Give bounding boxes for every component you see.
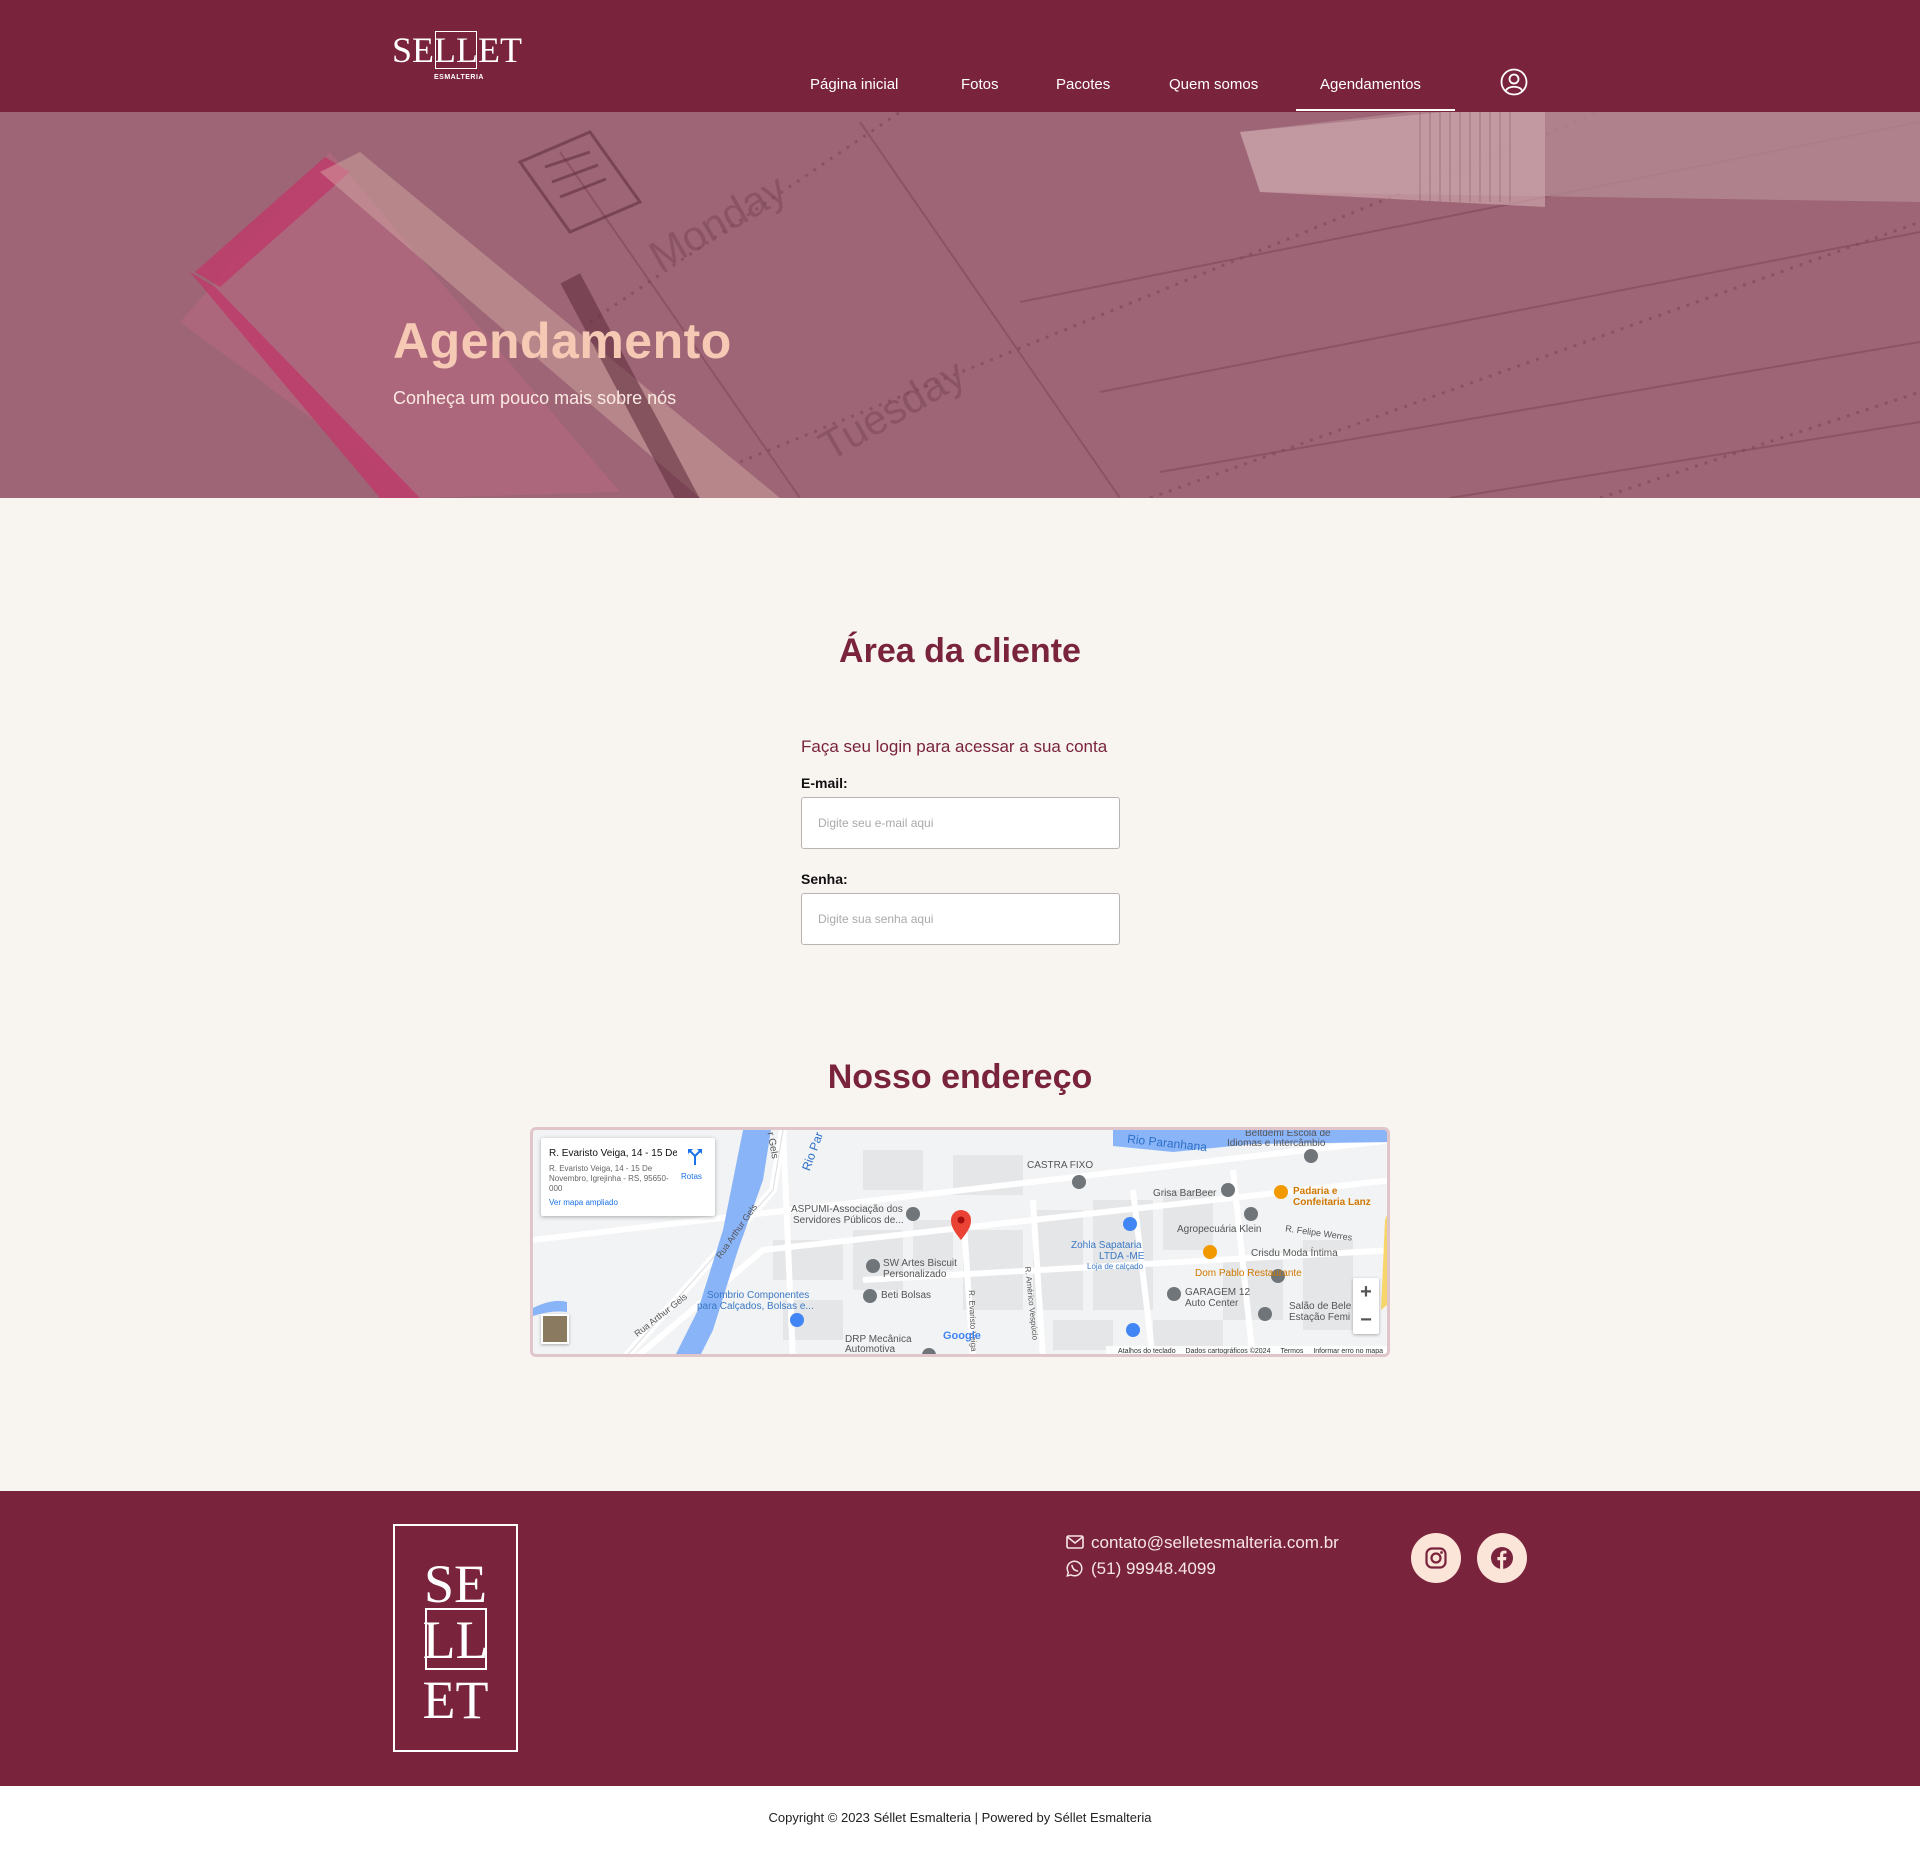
embedded-map[interactable]: Rio Paranhana Rio Par r Gels Beltdeml Es… (530, 1127, 1390, 1357)
hero-subtitle: Conheça um pouco mais sobre nós (393, 388, 677, 408)
map-label: Confeitaria Lanz (1293, 1197, 1371, 1208)
directions-link[interactable]: Rotas (681, 1172, 702, 1181)
client-area-title: Área da cliente (839, 632, 1081, 670)
keyboard-shortcuts-link[interactable]: Atalhos do teclado (1118, 1348, 1176, 1354)
copyright-bar: Copyright © 2023 Séllet Esmalteria | Pow… (0, 1786, 1920, 1850)
map-label: Personalizado (883, 1269, 947, 1280)
footer-email: contato@selletesmalteria.com.br (1091, 1533, 1339, 1552)
facebook-button[interactable] (1477, 1533, 1527, 1583)
map-label: Servidores Públicos de... (793, 1215, 904, 1226)
map-place-address: R. Evaristo Veiga, 14 - 15 De Novembro, … (549, 1164, 669, 1193)
footer-logo-line: ET (422, 1670, 489, 1730)
map-place-title: R. Evaristo Veiga, 14 - 15 De N... (549, 1148, 677, 1159)
view-larger-map-link[interactable]: Ver mapa ampliado (549, 1198, 618, 1207)
map-label: Agropecuária Klein (1177, 1224, 1262, 1235)
email-label: E-mail: (801, 775, 848, 791)
facebook-icon (1491, 1547, 1513, 1569)
site-footer (0, 1491, 1920, 1786)
directions-icon[interactable] (687, 1148, 703, 1166)
password-field[interactable] (801, 893, 1120, 945)
map-label: GARAGEM 12 (1185, 1287, 1251, 1298)
map-data-credit: Dados cartográficos ©2024 (1185, 1348, 1271, 1355)
map-label: SW Artes Biscuit (883, 1258, 957, 1269)
user-circle-icon[interactable] (1500, 68, 1528, 96)
map-label: Idiomas e Intercâmbio (1227, 1138, 1326, 1149)
map-label: Dom Pablo Restaurante (1195, 1268, 1302, 1279)
map-zoom-controls: + − (1353, 1278, 1379, 1334)
map-label: Beti Bolsas (881, 1290, 932, 1301)
email-field[interactable] (801, 797, 1120, 849)
map-label: Grisa BarBeer (1153, 1188, 1217, 1199)
map-label: CASTRA FIXO (1027, 1160, 1094, 1171)
whatsapp-icon (1066, 1560, 1083, 1577)
map-label: R. Evaristo Veiga (967, 1290, 979, 1352)
nav-active-indicator (1296, 109, 1455, 111)
footer-phone: (51) 99948.4099 (1091, 1559, 1216, 1578)
map-info-card: R. Evaristo Veiga, 14 - 15 De N... R. Ev… (541, 1138, 715, 1216)
nav-item-fotos[interactable]: Fotos (961, 76, 999, 93)
terms-link[interactable]: Termos (1280, 1348, 1303, 1354)
brand-tagline: ESMALTERIA (434, 74, 484, 81)
copyright-text: Copyright © 2023 Séllet Esmalteria | Pow… (768, 1810, 1152, 1825)
map-label: ASPUMI-Associação dos (791, 1204, 903, 1215)
satellite-toggle[interactable] (541, 1314, 569, 1344)
nav-item-pacotes[interactable]: Pacotes (1056, 76, 1110, 93)
hero-banner: Monday Tuesday Agendamento Conheça um po… (0, 112, 1920, 498)
password-label: Senha: (801, 871, 848, 887)
map-label: para Calçados, Bolsas e... (697, 1301, 814, 1312)
map-label: Auto Center (1185, 1298, 1239, 1309)
login-lead-text: Faça seu login para acessar a sua conta (801, 737, 1108, 756)
instagram-icon (1425, 1547, 1447, 1569)
footer-logo: SE LL ET (393, 1524, 518, 1752)
map-attribution: Atalhos do teclado Dados cartográficos ©… (1105, 1346, 1387, 1355)
map-label: Automotiva (845, 1344, 896, 1355)
footer-logo-line: SE (423, 1554, 488, 1614)
map-label: Sombrio Componentes (707, 1290, 810, 1301)
envelope-icon (1066, 1535, 1084, 1549)
logo-frame (435, 31, 477, 69)
hero-background-image: Monday Tuesday (0, 112, 1920, 498)
instagram-button[interactable] (1411, 1533, 1461, 1583)
google-logo: Google (943, 1330, 981, 1342)
map-label: Salão de Bele (1289, 1301, 1352, 1312)
zoom-in-button[interactable]: + (1353, 1278, 1379, 1306)
page-title: Agendamento (393, 313, 732, 369)
map-label: Padaria e (1293, 1186, 1338, 1197)
address-title: Nosso endereço (827, 1058, 1093, 1096)
report-error-link[interactable]: Informar erro no mapa (1313, 1348, 1383, 1354)
site-header: SELLET ESMALTERIA Página inicial Fotos P… (0, 0, 1920, 112)
map-label: Loja de calçado (1087, 1262, 1144, 1271)
map-label: Zohla Sapataria (1071, 1240, 1142, 1251)
map-label: Estação Femi (1289, 1312, 1351, 1323)
map-label: Crisdu Moda Íntima (1251, 1248, 1338, 1259)
footer-logo-line: LL (422, 1610, 489, 1670)
zoom-out-button[interactable]: − (1353, 1306, 1379, 1334)
nav-item-home[interactable]: Página inicial (810, 76, 898, 93)
nav-item-quem-somos[interactable]: Quem somos (1169, 76, 1258, 93)
brand-logo[interactable]: SELLET ESMALTERIA (392, 28, 524, 84)
nav-item-agendamentos[interactable]: Agendamentos (1320, 76, 1421, 93)
